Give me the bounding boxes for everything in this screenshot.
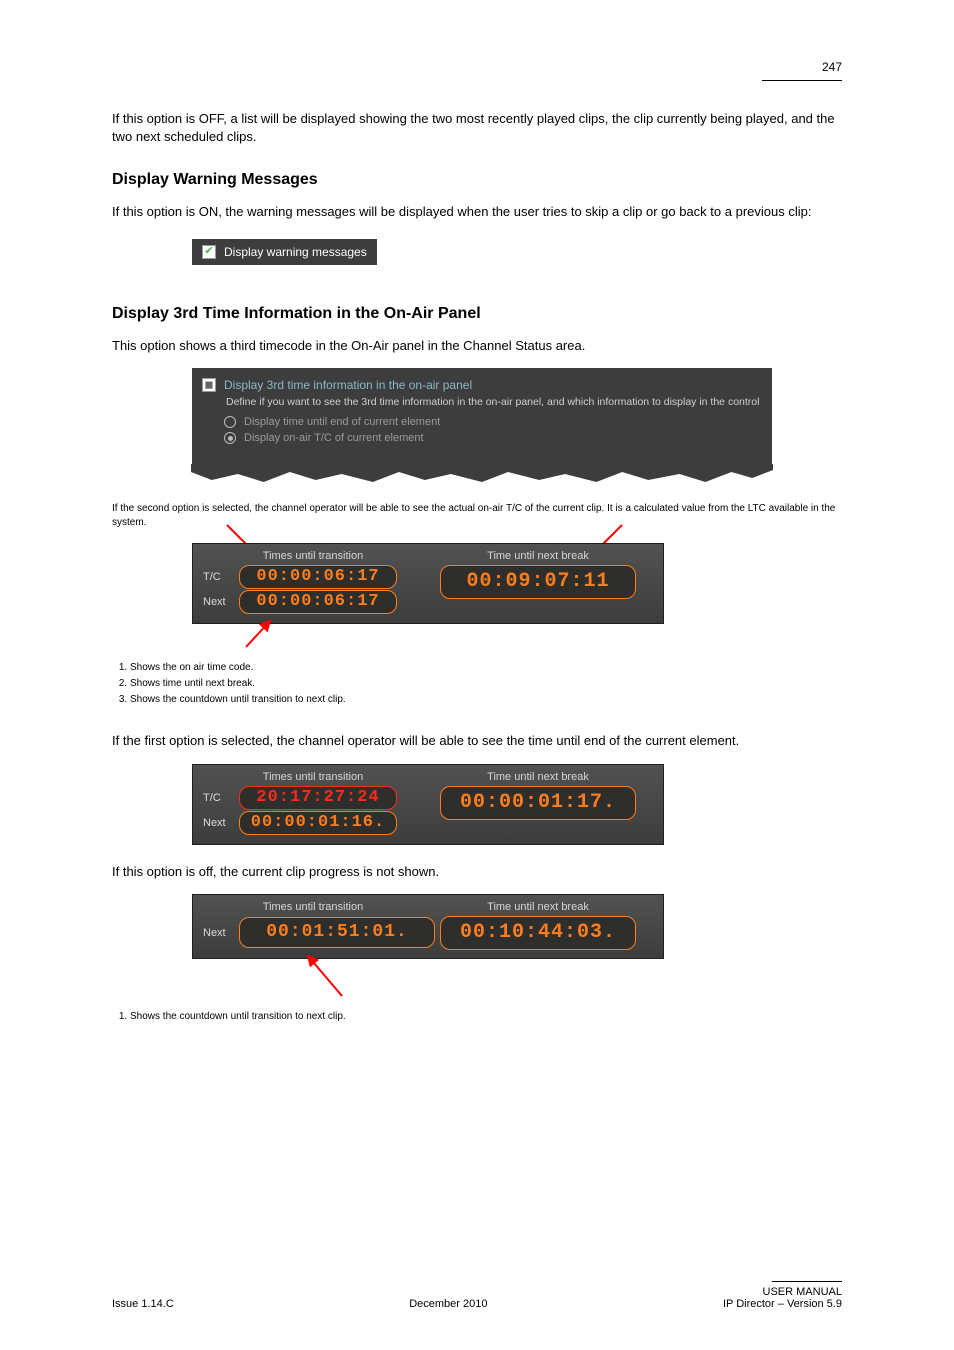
onair-panel-a: Times until transition T/C 00:00:06:17 N… [192,543,664,624]
col-hdr-transition-b: Times until transition [203,771,423,783]
footer-left: Issue 1.14.C [112,1298,174,1310]
panel2-subtext: Define if you want to see the 3rd time i… [226,396,762,408]
heading-3rd-time: Display 3rd Time Information in the On-A… [112,305,842,323]
next-value-c: 00:01:51:01. [239,917,435,948]
radio-opt1-row[interactable]: Display time until end of current elemen… [224,416,762,428]
warn-paragraph: If this option is ON, the warning messag… [112,203,842,221]
figA-b3: Shows the countdown until transition to … [130,692,842,708]
footer-right: USER MANUAL IP Director – Version 5.9 [723,1281,842,1310]
third-para2: If the second option is selected, the ch… [112,502,842,529]
break-value-b: 00:00:01:17. [440,786,636,820]
col-hdr-break: Time until next break [487,550,589,562]
figA-b1: Shows the on air time code. [130,660,842,676]
figA-b2: Shows time until next break. [130,676,842,692]
radio-unselected-icon[interactable] [224,416,236,428]
label-tc-b: T/C [203,792,239,804]
page-content: If this option is OFF, a list will be di… [112,110,842,1022]
break-value: 00:09:07:11 [440,565,636,599]
col-hdr-break-b: Time until next break [487,771,589,783]
heading-display-warning: Display Warning Messages [112,171,842,189]
break-value-c: 00:10:44:03. [440,916,636,950]
col-hdr-transition-c: Times until transition [263,901,363,913]
next-value-b: 00:00:01:16. [239,811,397,835]
footer-right2: IP Director – Version 5.9 [723,1298,842,1310]
tc-value: 00:00:06:17 [239,565,397,589]
radio-opt2-label: Display on-air T/C of current element [244,432,424,444]
label-next: Next [203,596,239,608]
figC-b1: Shows the countdown until transition to … [130,1011,842,1022]
footer-right1: USER MANUAL [723,1286,842,1298]
label-tc: T/C [203,571,239,583]
panel-3rd-time-option: ◼ Display 3rd time information in the on… [192,368,772,478]
radio-opt2-row[interactable]: Display on-air T/C of current element [224,432,762,444]
page-number-top: 247 [822,60,842,74]
label-next-b: Next [203,817,239,829]
page-footer: Issue 1.14.C December 2010 USER MANUAL I… [112,1281,842,1310]
header-rule [762,80,842,81]
third-para1: This option shows a third timecode in th… [112,337,842,355]
tc-value-b: 20:17:27:24 [239,786,397,810]
third-para3: If the first option is selected, the cha… [112,732,842,750]
intro-paragraph: If this option is OFF, a list will be di… [112,110,842,145]
onair-panel-c: Times until transition Next 00:01:51:01.… [192,894,664,959]
figC-callouts: Shows the countdown until transition to … [130,1011,842,1022]
radio-opt1-label: Display time until end of current elemen… [244,416,440,428]
next-value: 00:00:06:17 [239,590,397,614]
radio-selected-icon[interactable] [224,432,236,444]
checkbox-indeterminate-icon[interactable]: ◼ [202,378,216,392]
panel-warning-label: Display warning messages [224,245,367,259]
col-hdr-transition: Times until transition [203,550,423,562]
figA-callouts: Shows the on air time code. Shows time u… [130,660,842,708]
footer-rule [772,1281,842,1282]
third-para4: If this option is off, the current clip … [112,863,842,881]
panel2-title: Display 3rd time information in the on-a… [224,378,472,392]
label-next-c: Next [203,927,239,939]
col-hdr-break-c: Time until next break [487,901,589,913]
footer-center: December 2010 [409,1298,487,1310]
checkbox-checked-icon[interactable]: ✔ [202,245,216,259]
onair-panel-b: Times until transition T/C 20:17:27:24 N… [192,764,664,845]
torn-edge-decor [191,464,773,486]
panel-warning-option: ✔ Display warning messages [192,239,377,265]
